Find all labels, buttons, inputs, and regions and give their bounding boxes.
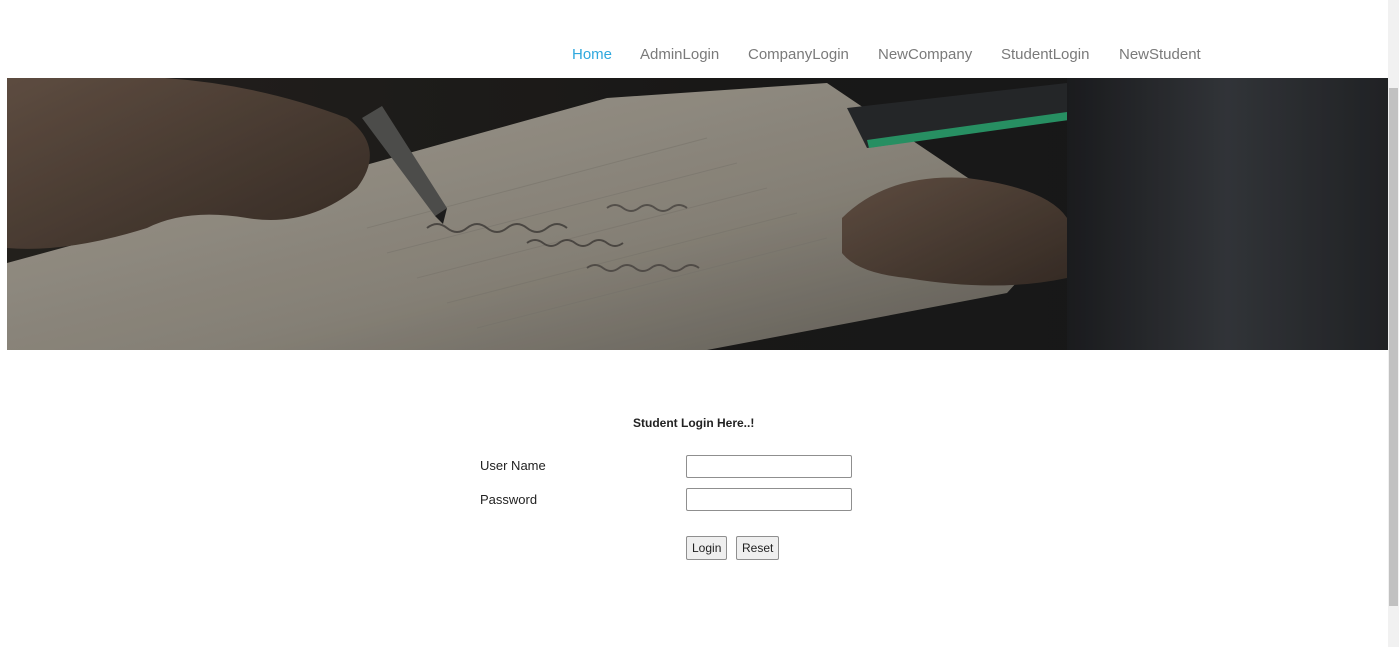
- password-input[interactable]: [686, 488, 852, 511]
- nav-newcompany-link[interactable]: NewCompany: [878, 46, 972, 63]
- nav-adminlogin-link[interactable]: AdminLogin: [640, 46, 719, 63]
- username-input[interactable]: [686, 455, 852, 478]
- password-label: Password: [480, 492, 538, 507]
- reset-button[interactable]: Reset: [736, 536, 780, 560]
- nav-home-link[interactable]: Home: [572, 46, 612, 63]
- nav-companylogin-link[interactable]: CompanyLogin: [748, 46, 849, 63]
- username-label: User Name: [480, 458, 546, 473]
- top-nav: Home AdminLogin CompanyLogin NewCompany …: [0, 0, 1388, 78]
- login-button[interactable]: Login: [686, 536, 728, 560]
- hero-banner-image: [7, 78, 1388, 350]
- nav-newstudent-link[interactable]: NewStudent: [1119, 46, 1201, 63]
- login-form-title: Student Login Here..!: [633, 416, 755, 430]
- scrollbar-thumb[interactable]: [1389, 88, 1398, 606]
- page: Home AdminLogin CompanyLogin NewCompany …: [0, 0, 1399, 647]
- vertical-scrollbar[interactable]: [1388, 0, 1399, 647]
- nav-studentlogin-link[interactable]: StudentLogin: [1001, 46, 1089, 63]
